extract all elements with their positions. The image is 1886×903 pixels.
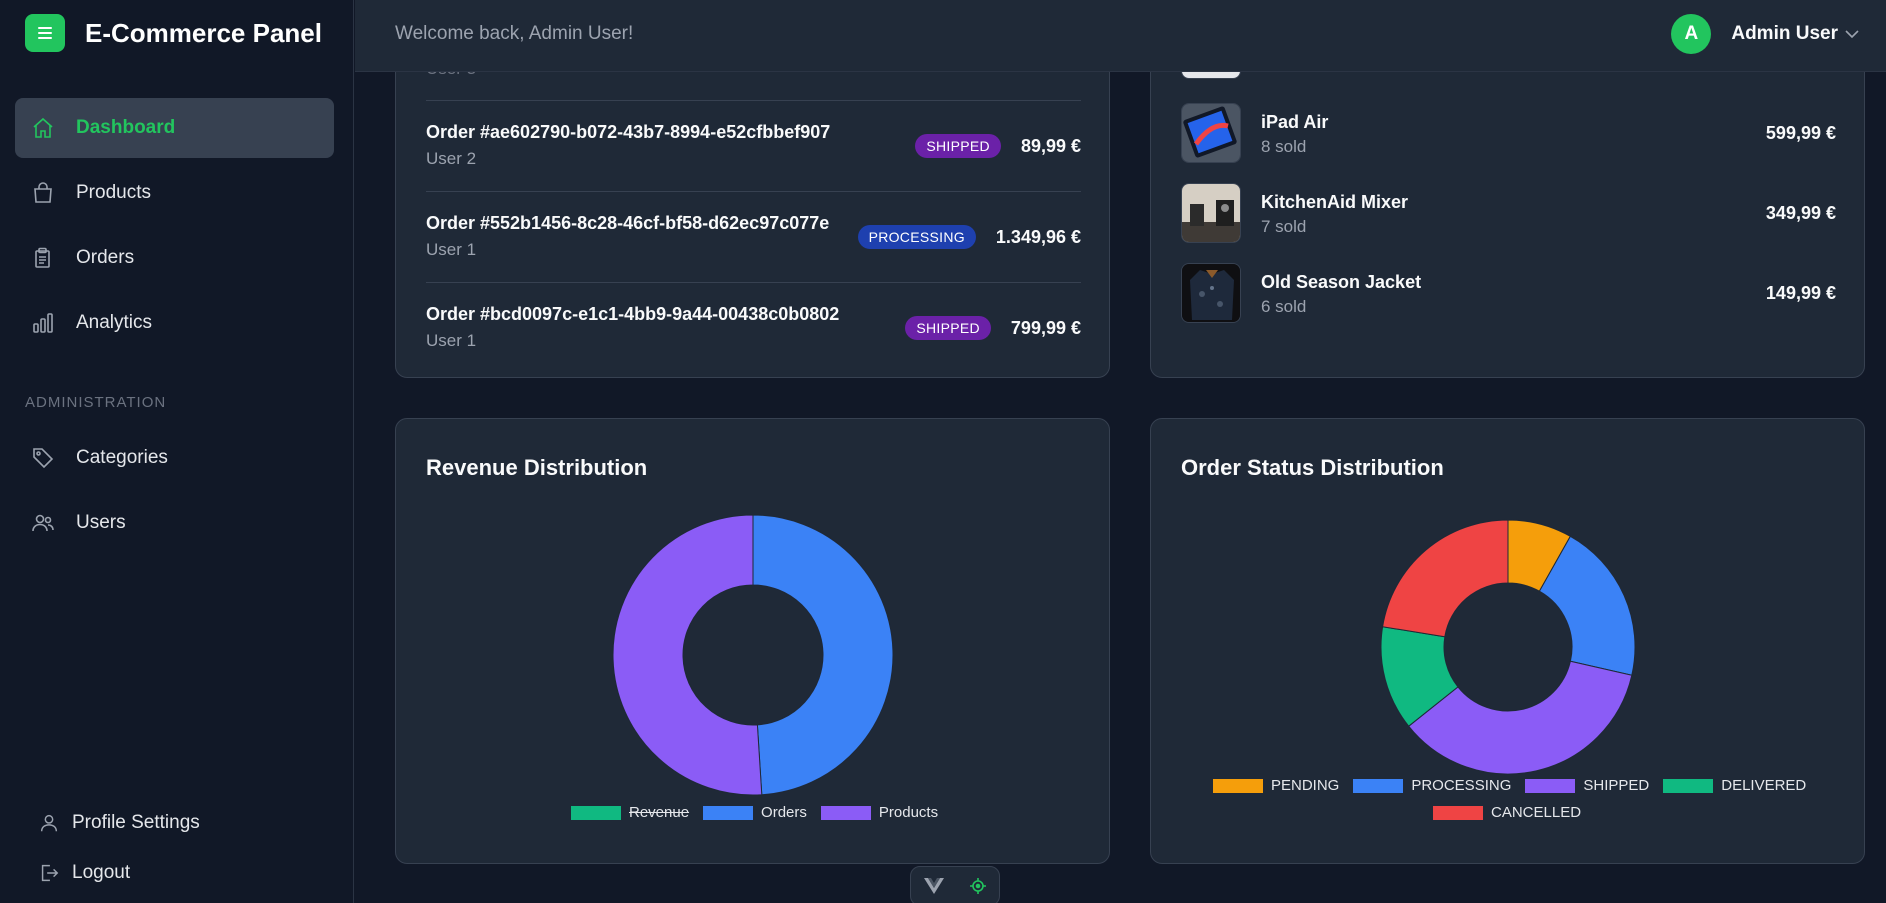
legend-item-orders[interactable]: Orders bbox=[703, 804, 807, 821]
avatar: A bbox=[1671, 14, 1712, 54]
users-icon bbox=[32, 514, 54, 532]
target-icon[interactable] bbox=[969, 877, 987, 895]
order-user: User 1 bbox=[426, 240, 477, 259]
profile-settings-link[interactable]: Profile Settings bbox=[38, 812, 200, 834]
order-user: User 1 bbox=[426, 331, 477, 350]
user-name: Admin User bbox=[1731, 23, 1838, 44]
welcome-message: Welcome back, Admin User! bbox=[395, 23, 634, 44]
sidebar-item-label: Analytics bbox=[76, 312, 153, 333]
recent-orders-card: User 3 Order #ae602790-b072-43b7-8994-e5… bbox=[395, 40, 1110, 378]
legend-label: SHIPPED bbox=[1583, 777, 1650, 794]
profile-settings-label: Profile Settings bbox=[72, 812, 200, 833]
product-thumbnail bbox=[1181, 183, 1241, 243]
slice-cancelled[interactable] bbox=[1382, 519, 1509, 638]
logout-label: Logout bbox=[72, 862, 131, 883]
product-name: iPad Air bbox=[1261, 112, 1329, 132]
product-name: Old Season Jacket bbox=[1261, 272, 1422, 292]
sidebar: E-Commerce Panel Dashboard Products Orde… bbox=[0, 0, 354, 903]
tag-icon bbox=[33, 448, 54, 469]
divider bbox=[426, 191, 1081, 192]
product-row[interactable]: Old Season Jacket 6 sold 149,99 € bbox=[1181, 263, 1836, 325]
legend-item-processing[interactable]: PROCESSING bbox=[1353, 777, 1511, 794]
devtools-toolbar bbox=[910, 866, 1000, 903]
divider bbox=[426, 100, 1081, 101]
sidebar-item-categories[interactable]: Categories bbox=[15, 428, 334, 488]
order-amount: 1.349,96 € bbox=[995, 226, 1081, 247]
status-badge: SHIPPED bbox=[905, 316, 991, 340]
legend-label: CANCELLED bbox=[1491, 804, 1582, 821]
legend-label: Orders bbox=[761, 804, 807, 821]
order-row[interactable]: Order #ae602790-b072-43b7-8994-e52cfbbef… bbox=[426, 100, 1081, 190]
product-row[interactable]: iPad Air 8 sold 599,99 € bbox=[1181, 103, 1836, 165]
chart-legend-row-2: CANCELLED bbox=[1433, 804, 1595, 821]
legend-item-shipped[interactable]: SHIPPED bbox=[1525, 777, 1649, 794]
product-sold: 7 sold bbox=[1261, 217, 1307, 236]
order-id: Order #552b1456-8c28-46cf-bf58-d62ec97c0… bbox=[426, 213, 830, 233]
legend-item-pending[interactable]: PENDING bbox=[1213, 777, 1339, 794]
legend-item-cancelled[interactable]: CANCELLED bbox=[1433, 804, 1581, 821]
user-icon bbox=[40, 814, 58, 832]
clipboard-icon bbox=[35, 247, 50, 268]
sidebar-item-orders[interactable]: Orders bbox=[15, 228, 334, 288]
chart-legend: PENDING PROCESSING SHIPPED DELIVERED bbox=[1213, 777, 1820, 794]
section-title-administration: ADMINISTRATION bbox=[25, 394, 167, 411]
legend-label: Products bbox=[878, 804, 939, 821]
order-status-distribution-card: Order Status Distribution PENDING PROCES… bbox=[1150, 418, 1865, 864]
legend-label: DELIVERED bbox=[1721, 777, 1807, 794]
legend-item-revenue[interactable]: Revenue bbox=[571, 804, 689, 821]
product-name: KitchenAid Mixer bbox=[1261, 192, 1409, 212]
product-sold: 8 sold bbox=[1261, 137, 1307, 156]
order-id: Order #bcd0097c-e1c1-4bb9-9a44-00438c0b0… bbox=[426, 304, 840, 324]
revenue-distribution-card: Revenue Distribution Revenue Orders Prod… bbox=[395, 418, 1110, 864]
order-id: Order #ae602790-b072-43b7-8994-e52cfbbef… bbox=[426, 122, 831, 142]
user-menu[interactable]: A Admin User bbox=[1671, 14, 1862, 54]
sidebar-item-users[interactable]: Users bbox=[15, 493, 334, 553]
status-badge: SHIPPED bbox=[915, 134, 1001, 158]
legend-label: Revenue bbox=[629, 804, 690, 821]
legend-label: PROCESSING bbox=[1411, 777, 1512, 794]
product-sold: 6 sold bbox=[1261, 297, 1307, 316]
status-badge: PROCESSING bbox=[857, 225, 976, 249]
legend-item-products[interactable]: Products bbox=[820, 804, 939, 821]
product-row[interactable]: KitchenAid Mixer 7 sold 349,99 € bbox=[1181, 183, 1836, 245]
order-amount: 799,99 € bbox=[1010, 317, 1081, 338]
legend-item-delivered[interactable]: DELIVERED bbox=[1663, 777, 1806, 794]
product-price: 349,99 € bbox=[1765, 203, 1836, 223]
menu-icon[interactable] bbox=[25, 14, 65, 52]
logout-link[interactable]: Logout bbox=[38, 862, 130, 884]
home-icon bbox=[33, 117, 53, 138]
sidebar-item-analytics[interactable]: Analytics bbox=[15, 293, 334, 353]
sidebar-item-dashboard[interactable]: Dashboard bbox=[15, 98, 334, 158]
brand: E-Commerce Panel bbox=[25, 14, 322, 52]
divider bbox=[426, 282, 1081, 283]
top-products-card: iPad Air 8 sold 599,99 € KitchenAid Mixe… bbox=[1150, 40, 1865, 378]
shopping-bag-icon bbox=[34, 182, 52, 203]
sidebar-item-products[interactable]: Products bbox=[15, 163, 334, 223]
product-price: 149,99 € bbox=[1765, 283, 1836, 303]
product-price: 599,99 € bbox=[1765, 123, 1836, 143]
order-user: User 2 bbox=[426, 149, 477, 168]
order-row[interactable]: Order #552b1456-8c28-46cf-bf58-d62ec97c0… bbox=[426, 191, 1081, 281]
vue-logo-icon[interactable] bbox=[923, 878, 944, 894]
sidebar-item-label: Users bbox=[76, 512, 126, 533]
revenue-donut-chart bbox=[612, 514, 894, 796]
sidebar-item-label: Products bbox=[76, 182, 151, 203]
product-thumbnail bbox=[1181, 263, 1241, 323]
app-title: E-Commerce Panel bbox=[85, 17, 322, 48]
sidebar-item-label: Orders bbox=[76, 247, 135, 268]
logout-icon bbox=[41, 864, 59, 882]
order-amount: 89,99 € bbox=[1020, 135, 1081, 156]
slice-products[interactable] bbox=[612, 514, 763, 796]
legend-label: PENDING bbox=[1271, 777, 1340, 794]
slice-orders[interactable] bbox=[752, 514, 894, 796]
chevron-down-icon bbox=[1845, 30, 1859, 39]
bar-chart-icon bbox=[33, 313, 53, 333]
chart-legend: Revenue Orders Products bbox=[571, 804, 952, 821]
order-row[interactable]: Order #bcd0097c-e1c1-4bb9-9a44-00438c0b0… bbox=[426, 282, 1081, 372]
sidebar-item-label: Categories bbox=[76, 447, 168, 468]
product-thumbnail bbox=[1181, 103, 1241, 163]
top-header: Welcome back, Admin User! A Admin User bbox=[355, 0, 1886, 72]
order-status-donut-chart bbox=[1380, 519, 1636, 775]
sidebar-item-label: Dashboard bbox=[76, 117, 176, 138]
